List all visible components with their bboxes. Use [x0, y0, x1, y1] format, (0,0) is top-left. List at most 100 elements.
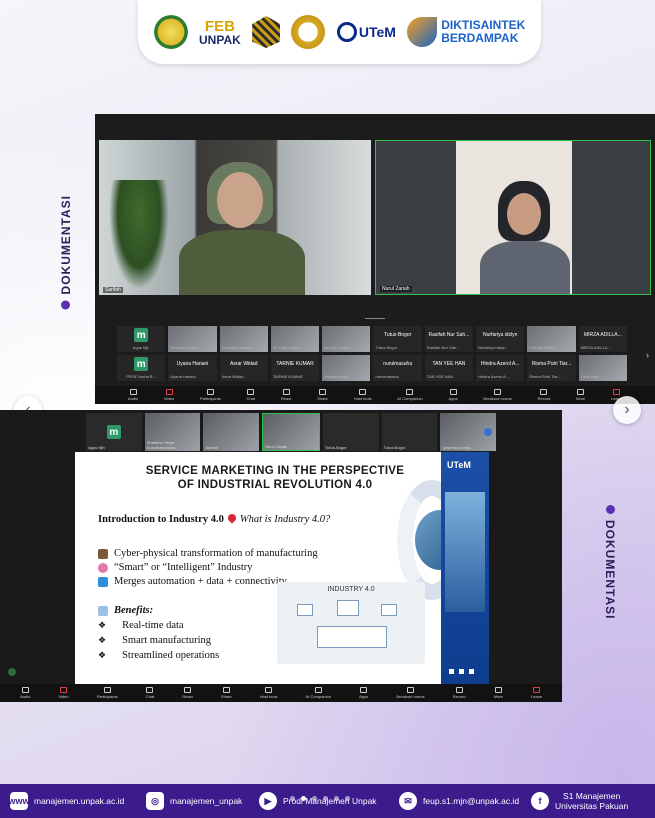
toolbar-participants-button[interactable]: Participants	[97, 687, 118, 699]
footer-youtube[interactable]: ▶ Prodi Manajemen Unpak	[259, 792, 399, 810]
participant-tile[interactable]: Rasifah Nur Sah... Rasifah Nur Sah...	[424, 326, 474, 352]
footer-facebook[interactable]: f S1 Manajemen Universitas Pakuan	[531, 791, 628, 811]
toolbar-host-tools-button[interactable]: Host tools	[354, 389, 371, 401]
dokumentasi-text: DOKUMENTASI	[603, 520, 617, 620]
toolbar-label: Share	[317, 396, 328, 401]
toolbar-audio-button[interactable]: Audio	[20, 687, 30, 699]
participant-tile[interactable]: Sakinah Kasuma...	[219, 326, 268, 352]
chevron-right-icon[interactable]: ›	[646, 350, 649, 360]
toolbar-chat-button[interactable]: Chat	[247, 389, 255, 401]
participant-label: Shabrina Hidya...	[170, 345, 201, 350]
video-tile-speaker-1: Sarifah	[99, 140, 371, 295]
benefit-item: ❖ Smart manufacturing	[98, 635, 212, 646]
next-page-icon[interactable]	[484, 428, 492, 436]
person-face	[507, 193, 541, 235]
toolbar-video-button[interactable]: Video	[58, 687, 69, 699]
participant-tile[interactable]: S1 Carit cahya...	[270, 326, 320, 352]
pagination-dot[interactable]	[345, 796, 350, 801]
toolbar-apps-button[interactable]: Apps	[359, 687, 368, 699]
participant-tile[interactable]: TARNIE KUMAR TARNIE KUMAR	[270, 355, 320, 381]
toolbar-share-button[interactable]: Share	[317, 389, 328, 401]
toolbar-apps-button[interactable]: Apps	[448, 389, 458, 401]
pagination-dot[interactable]	[334, 796, 339, 801]
participant-tile[interactable]: Nur Ali Fasikha	[322, 326, 371, 352]
facebook-icon: f	[531, 792, 549, 810]
toolbar-share-button[interactable]: Share	[221, 687, 232, 699]
toolbar-audio-button[interactable]: Audio	[128, 389, 138, 401]
participant-tile[interactable]: Fadil Mefu	[578, 355, 627, 381]
toolbar-host-tools-button[interactable]: Host tools	[260, 687, 278, 699]
participant-label: Tutus Bogor	[375, 345, 398, 350]
participant-tile[interactable]: Shabrina Hidya Kusumawardani	[144, 413, 201, 451]
participant-tile[interactable]: Tutus-Bogor	[322, 413, 379, 451]
slide-bullet: “Smart” or “Intelligent” Industry	[98, 562, 253, 573]
participant-tile[interactable]: m Agus Mjh	[117, 326, 166, 352]
participant-tile[interactable]: Hindra Azerol A... Hindra Azerol A...	[476, 355, 525, 381]
toolbar-ai-companion-button[interactable]: AI Companion	[306, 687, 331, 699]
shield-logo	[252, 16, 281, 48]
participant-tile[interactable]: MIRZA ADILLA... MIRZA ADILLA...	[578, 326, 627, 352]
participant-tile[interactable]: HADZILARIEE...	[527, 326, 576, 352]
toolbar-label: Video	[163, 396, 175, 401]
video-name-label: Nurul Zariah	[380, 286, 412, 292]
pagination-dot[interactable]	[323, 796, 328, 801]
participant-label: Qawenna Linna...	[442, 445, 474, 450]
pagination-dot[interactable]	[290, 796, 295, 801]
video-name-label: Sarifah	[103, 287, 123, 293]
logo-bar: FEB UNPAK UTeM DIKTISAINTEK BERDAMPAK	[138, 0, 541, 64]
toolbar-label: Audio	[127, 396, 139, 401]
toolbar-icon	[406, 389, 414, 395]
participant-name: TARNIE KUMAR	[276, 361, 314, 367]
avatar: m	[134, 328, 149, 342]
toolbar-react-button[interactable]: React	[182, 687, 193, 699]
toolbar-label: AI Companion	[397, 396, 423, 401]
benefits-heading: Benefits:	[98, 605, 153, 616]
participant-tile[interactable]: Nurfariya idzlyn Nurfariya idzlyn	[476, 326, 525, 352]
pagination-dot[interactable]	[312, 796, 317, 801]
participant-label: Nur Ali Fasikha	[324, 345, 352, 350]
participant-tile[interactable]: Uyana Hanani Uyana Hanani	[168, 355, 217, 381]
participant-name: Nurfariya idzlyn	[483, 332, 518, 338]
divider-handle[interactable]	[365, 318, 385, 319]
toolbar-participants-button[interactable]: Participants	[200, 389, 221, 401]
pagination-dot-active[interactable]	[301, 796, 306, 801]
dokumentasi-text: DOKUMENTASI	[59, 195, 73, 295]
toolbar-icon	[577, 389, 585, 395]
toolbar-leave-button[interactable]: Leave	[531, 687, 542, 699]
toolbar-ai-companion-button[interactable]: AI Companion	[397, 389, 423, 401]
factory-icon	[297, 604, 313, 616]
participant-tile[interactable]: nurulmasuha nurulmasuha	[373, 355, 422, 381]
participant-tile[interactable]: Risma Putri Tiar... Risma Putri Tiar...	[527, 355, 576, 381]
participant-label: Fadil Mefu	[580, 374, 600, 379]
toolbar-video-button[interactable]: Video	[164, 389, 174, 401]
participant-tile[interactable]: TAN YEE HAN TAN YEE HAN	[424, 355, 474, 381]
toolbar-icon	[406, 687, 414, 693]
toolbar-record-button[interactable]: Record	[453, 687, 466, 699]
toolbar-breakout-rooms-button[interactable]: Breakout rooms	[396, 687, 425, 699]
utem-side-bar: UTeM	[441, 452, 489, 684]
participant-tile[interactable]: m Agus Mjh	[86, 413, 142, 451]
toolbar-chat-button[interactable]: Chat	[146, 687, 154, 699]
participant-tile[interactable]: Asrar Widad Asrar Widad	[219, 355, 268, 381]
participant-tile[interactable]: Nurul Zariah	[262, 413, 320, 451]
footer-instagram[interactable]: ◎ manajemen_unpak	[146, 792, 259, 810]
participant-label: nurulmasuha	[375, 374, 399, 379]
toolbar-more-button[interactable]: More	[494, 687, 503, 699]
toolbar-breakout-rooms-button[interactable]: Breakout rooms	[483, 389, 512, 401]
participant-tile[interactable]: Andidakuraja	[322, 355, 371, 381]
toolbar-react-button[interactable]: React	[281, 389, 291, 401]
participant-label: Tutus Bogor	[383, 445, 406, 450]
participant-tile[interactable]: m PROF Amha B...	[117, 355, 166, 381]
zoom-meeting-screenshot-1: Sarifah Nurul Zariah m Agus Mjh Shabrina H…	[95, 114, 655, 404]
participant-tile[interactable]: Shabrina Hidya...	[168, 326, 217, 352]
participant-strip: m Agus Mjh Shabrina Hidya Kusumawardani Sar…	[86, 413, 497, 451]
toolbar-record-button[interactable]: Record	[537, 389, 550, 401]
footer-email[interactable]: ✉ feup.s1.mjn@unpak.ac.id	[399, 792, 531, 810]
participant-tile[interactable]: Tutus-Bogor Tutus Bogor	[373, 326, 422, 352]
participant-label: Asrar Widad	[221, 374, 244, 379]
carousel-next-button[interactable]: ›	[613, 396, 641, 424]
participant-tile[interactable]: Sarifah	[203, 413, 260, 451]
participant-tile[interactable]: Tutus Bogor	[381, 413, 438, 451]
toolbar-more-button[interactable]: More	[576, 389, 585, 401]
footer-website[interactable]: www manajemen.unpak.ac.id	[9, 792, 146, 810]
